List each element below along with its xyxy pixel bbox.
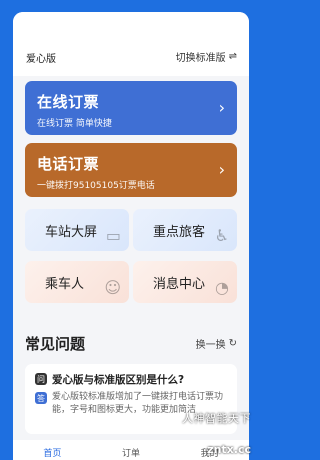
edition-label: 爱心版 [26,54,56,65]
faq-question-row: 问 爱心版与标准版区别是什么? [35,372,227,387]
person-icon: ☺ [104,278,121,297]
watermark-url: zntx.cc [207,443,251,456]
refresh-icon: ↻ [228,338,237,349]
faq-heading: 常见问题 [25,335,86,353]
message-center-tile[interactable]: 消息中心 ◔ [133,261,237,303]
answer-badge-icon: 答 [35,392,47,404]
online-booking-card[interactable]: 在线订票 在线订票 简单快捷 › [25,81,237,135]
screen-icon: ▭ [105,226,121,245]
chevron-right-icon: › [218,160,225,179]
faq-question: 爱心版与标准版区别是什么? [52,374,185,386]
switch-arrows-icon: ⇌ [228,51,237,62]
phone-booking-subtitle: 一键拨打95105105订票电话 [37,181,155,191]
key-passenger-tile[interactable]: 重点旅客 ♿ [133,209,237,251]
chevron-right-icon: › [218,98,225,117]
message-center-label: 消息中心 [153,276,206,292]
passenger-tile[interactable]: 乘车人 ☺ [25,261,129,303]
tab-orders[interactable]: 订单 [92,440,171,460]
station-screen-tile[interactable]: 车站大屏 ▭ [25,209,129,251]
tab-home[interactable]: 首页 [13,440,92,460]
watermark-text: 人神智能天下 [182,412,251,425]
refresh-label: 换一换 [195,340,226,351]
phone-booking-card[interactable]: 电话订票 一键拨打95105105订票电话 › [25,143,237,197]
bell-icon: ◔ [215,278,229,297]
question-badge-icon: 问 [35,373,47,385]
online-booking-title: 在线订票 [37,93,100,111]
passenger-label: 乘车人 [45,276,85,292]
refresh-button[interactable]: 换一换 ↻ [196,336,237,351]
app-screen: 爱心版 切换标准版 ⇌ 在线订票 在线订票 简单快捷 › 电话订票 一键拨打95… [13,12,249,460]
wheelchair-icon: ♿ [214,226,229,245]
switch-label: 切换标准版 [175,53,226,64]
switch-standard-button[interactable]: 切换标准版 ⇌ [176,49,237,64]
top-bar: 爱心版 切换标准版 ⇌ [13,12,249,76]
station-screen-label: 车站大屏 [45,224,98,240]
online-booking-subtitle: 在线订票 简单快捷 [37,119,112,129]
key-passenger-label: 重点旅客 [153,224,206,240]
phone-booking-title: 电话订票 [37,155,100,173]
